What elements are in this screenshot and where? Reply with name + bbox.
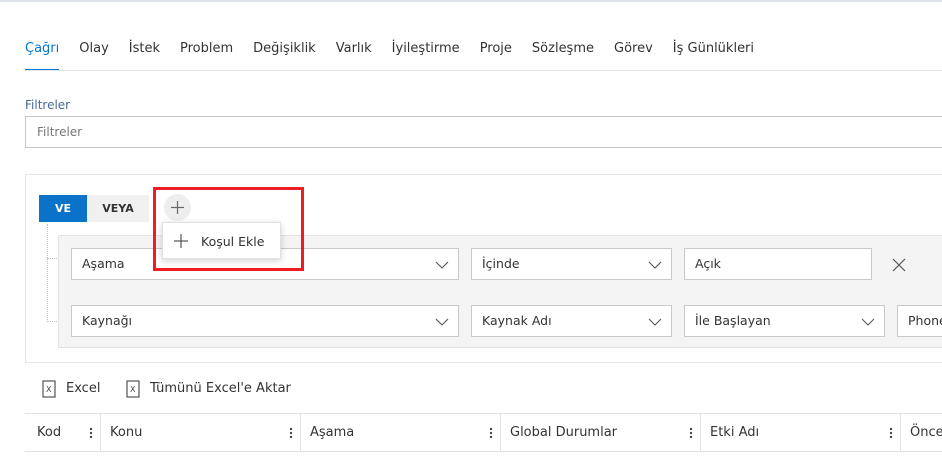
filters-input[interactable]: Filtreler (25, 116, 942, 148)
highlight-box (153, 187, 304, 271)
column-header-once[interactable]: Önce (910, 414, 942, 451)
column-divider[interactable] (700, 414, 701, 451)
svg-text:X: X (46, 385, 52, 394)
column-menu-icon[interactable] (889, 427, 893, 439)
condition-operator-select[interactable]: İle Başlayan (684, 305, 885, 337)
tab-cagri[interactable]: Çağrı (25, 40, 60, 71)
condition-value-input[interactable]: Açık (684, 248, 872, 280)
tabs-divider (25, 70, 942, 71)
or-button[interactable]: VEYA (87, 195, 149, 222)
chevron-down-icon (648, 261, 662, 269)
condition-operator-select[interactable]: İçinde (471, 248, 672, 280)
and-button[interactable]: VE (39, 195, 87, 222)
column-divider[interactable] (500, 414, 501, 451)
chevron-down-icon (435, 318, 449, 326)
condition-operator-value: İçinde (482, 256, 520, 271)
tab-varlik[interactable]: Varlık (336, 40, 372, 71)
column-header-konu[interactable]: Konu (110, 414, 142, 451)
column-header-global-durumlar[interactable]: Global Durumlar (510, 414, 617, 451)
column-header-kod[interactable]: Kod (37, 414, 61, 451)
excel-icon: X (126, 380, 140, 398)
column-divider[interactable] (900, 414, 901, 451)
grid-header-top-border (25, 413, 942, 414)
column-header-etki-adi[interactable]: Etki Adı (710, 414, 759, 451)
grid-header-bottom-border (25, 451, 942, 452)
condition-subfield-value: Kaynak Adı (482, 313, 552, 328)
excel-icon: X (42, 380, 56, 398)
condition-field-select[interactable]: Kaynağı (71, 305, 459, 337)
tree-connector (47, 224, 48, 322)
column-menu-icon[interactable] (689, 427, 693, 439)
tab-problem[interactable]: Problem (180, 40, 233, 71)
condition-value-input[interactable]: Phone (897, 305, 942, 337)
top-border (0, 0, 942, 2)
tab-sozlesme[interactable]: Sözleşme (532, 40, 594, 71)
tab-is-gunlukleri[interactable]: İş Günlükleri (673, 40, 754, 71)
condition-field-value: Aşama (82, 256, 125, 271)
column-menu-icon[interactable] (289, 427, 293, 439)
condition-subfield-select[interactable]: Kaynak Adı (471, 305, 672, 337)
chevron-down-icon (435, 261, 449, 269)
condition-field-value: Kaynağı (82, 313, 133, 328)
tab-gorev[interactable]: Görev (614, 40, 653, 71)
export-all-excel-button[interactable]: Tümünü Excel'e Aktar (150, 379, 291, 399)
condition-operator-value: İle Başlayan (695, 313, 771, 328)
tab-degisiklik[interactable]: Değişiklik (253, 40, 316, 71)
tab-istek[interactable]: İstek (129, 40, 160, 71)
excel-button[interactable]: Excel (66, 379, 100, 399)
svg-text:X: X (130, 385, 136, 394)
column-divider[interactable] (300, 414, 301, 451)
column-divider[interactable] (100, 414, 101, 451)
tab-olay[interactable]: Olay (79, 40, 109, 71)
filters-label: Filtreler (25, 98, 71, 112)
tab-proje[interactable]: Proje (480, 40, 512, 71)
close-icon[interactable] (889, 255, 909, 275)
tab-iyilestirme[interactable]: İyileştirme (392, 40, 460, 71)
module-tabs: Çağrı Olay İstek Problem Değişiklik Varl… (25, 40, 774, 71)
chevron-down-icon (648, 318, 662, 326)
column-header-asama[interactable]: Aşama (310, 414, 354, 451)
chevron-down-icon (861, 318, 875, 326)
column-menu-icon[interactable] (89, 427, 93, 439)
column-menu-icon[interactable] (489, 427, 493, 439)
